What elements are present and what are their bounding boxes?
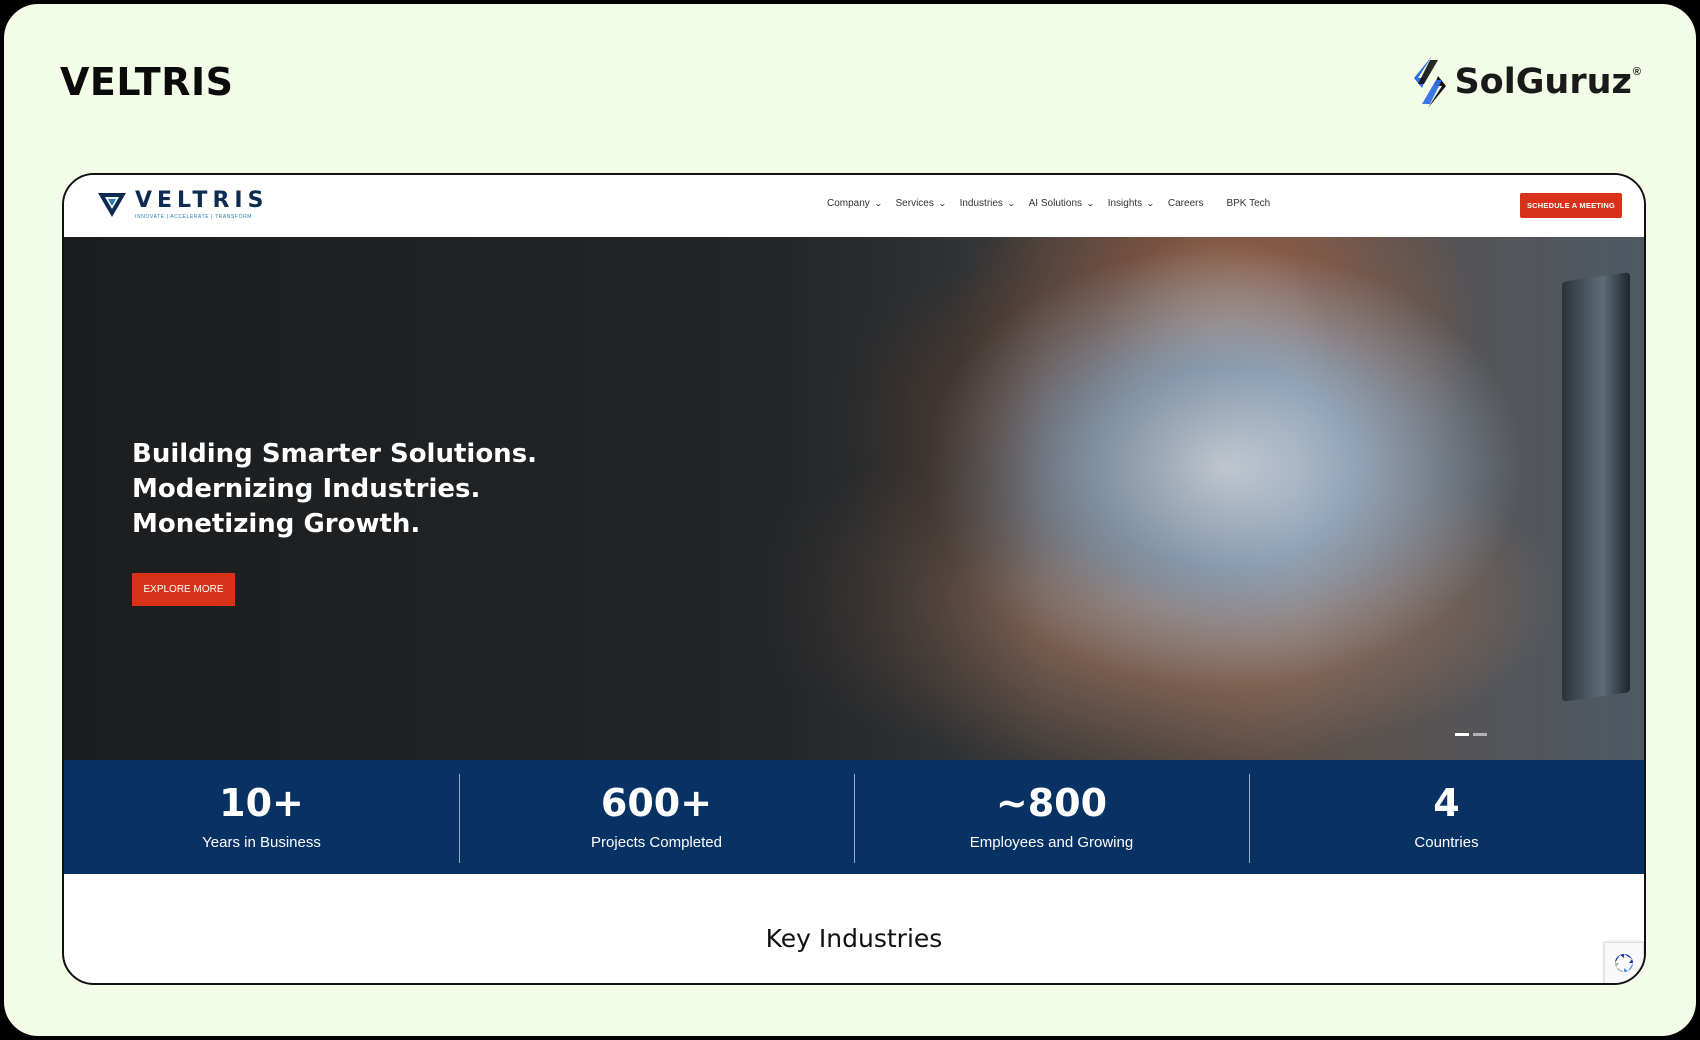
nav-item-label: Services [895, 198, 934, 209]
stats-bar: 10+ Years in Business 600+ Projects Comp… [64, 760, 1644, 874]
nav-item-label: Careers [1167, 198, 1204, 209]
hero-line: Modernizing Industries. [132, 474, 481, 504]
chevron-down-icon: ⌄ [1006, 199, 1016, 208]
stat-years: 10+ Years in Business [64, 760, 459, 874]
slider-pagination [1455, 733, 1491, 736]
website-screenshot-frame: VELTRIS INNOVATE | ACCELERATE | TRANSFOR… [62, 173, 1646, 985]
stat-label: Years in Business [202, 834, 321, 851]
hero-headline: Building Smarter Solutions. Modernizing … [132, 437, 537, 542]
hero-banner: Building Smarter Solutions. Modernizing … [64, 237, 1644, 760]
site-navbar: VELTRIS INNOVATE | ACCELERATE | TRANSFOR… [64, 175, 1644, 237]
stat-value: 4 [1433, 781, 1460, 825]
nav-item-company[interactable]: Company ⌄ [827, 198, 883, 209]
nav-item-insights[interactable]: Insights ⌄ [1107, 198, 1155, 209]
hero-photo-monitor [1562, 272, 1630, 702]
recaptcha-icon [1615, 954, 1633, 972]
solguruz-logo-icon [1414, 56, 1447, 108]
main-nav: Company ⌄ Services ⌄ Industries ⌄ AI Sol… [827, 198, 1293, 209]
slider-dot-1[interactable] [1455, 733, 1469, 736]
nav-item-ai-solutions[interactable]: AI Solutions ⌄ [1028, 198, 1095, 209]
showcase-background: VELTRIS SolGuruz ® VELTRIS INNOVATE | AC… [4, 4, 1696, 1036]
chevron-down-icon: ⌄ [1086, 199, 1095, 208]
veltris-logo-icon [98, 193, 126, 217]
hero-line: Monetizing Growth. [132, 509, 421, 539]
stat-value: ~800 [995, 781, 1108, 825]
explore-more-button[interactable]: EXPLORE MORE [132, 573, 235, 606]
nav-item-industries[interactable]: Industries ⌄ [959, 198, 1016, 209]
solguruz-logo: SolGuruz ® [1410, 54, 1641, 110]
slider-dot-2[interactable] [1473, 733, 1487, 736]
hero-line: Building Smarter Solutions. [132, 439, 538, 469]
stat-countries: 4 Countries [1249, 760, 1644, 874]
key-industries-heading: Key Industries [765, 924, 943, 953]
schedule-meeting-button[interactable]: SCHEDULE A MEETING [1519, 193, 1622, 218]
site-logo-wordmark: VELTRIS [135, 188, 269, 213]
registered-mark: ® [1632, 66, 1641, 78]
nav-item-services[interactable]: Services ⌄ [895, 198, 947, 209]
nav-item-label: Industries [959, 198, 1003, 209]
stat-label: Projects Completed [591, 834, 722, 851]
nav-item-bpk-tech[interactable]: BPK Tech [1226, 198, 1270, 209]
showcase-title: VELTRIS [60, 60, 234, 104]
nav-item-label: Company [827, 198, 870, 209]
stat-employees: ~800 Employees and Growing [854, 760, 1249, 874]
stat-value: 10+ [219, 781, 304, 825]
chevron-down-icon: ⌄ [1146, 199, 1155, 208]
recaptcha-badge[interactable] [1604, 942, 1644, 983]
chevron-down-icon: ⌄ [873, 199, 883, 208]
stat-label: Countries [1414, 834, 1479, 851]
nav-item-label: AI Solutions [1028, 198, 1083, 209]
site-logo-tagline: INNOVATE | ACCELERATE | TRANSFORM [135, 214, 253, 220]
nav-item-label: BPK Tech [1226, 198, 1271, 209]
nav-item-label: Insights [1107, 198, 1143, 209]
nav-item-careers[interactable]: Careers [1168, 198, 1204, 209]
stat-label: Employees and Growing [969, 834, 1134, 851]
site-logo[interactable]: VELTRIS INNOVATE | ACCELERATE | TRANSFOR… [97, 190, 268, 220]
stat-value: 600+ [600, 781, 713, 825]
solguruz-wordmark: SolGuruz [1454, 62, 1632, 102]
stat-projects: 600+ Projects Completed [459, 760, 854, 874]
chevron-down-icon: ⌄ [937, 199, 947, 208]
